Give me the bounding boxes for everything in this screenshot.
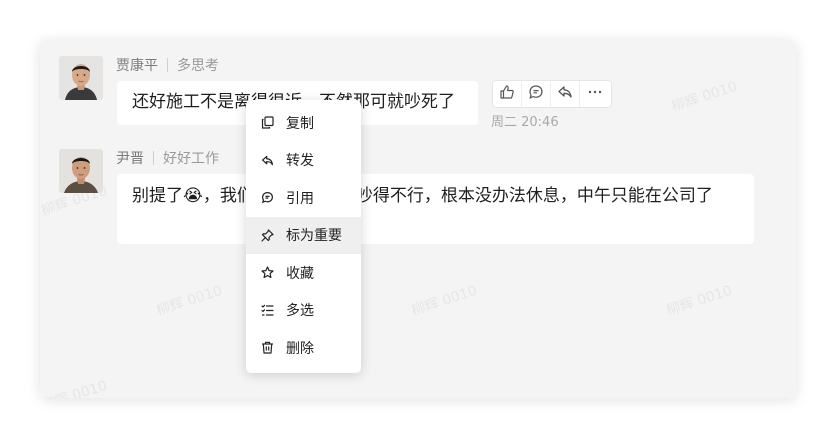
divider — [167, 58, 168, 72]
like-button[interactable] — [493, 81, 522, 107]
sender-signature: 多思考 — [177, 58, 219, 74]
thumbs-up-icon — [499, 84, 515, 104]
watermark: 柳辉 0010 — [40, 377, 110, 398]
crying-emoji: 😭 — [183, 186, 203, 206]
multi-select-icon — [261, 304, 274, 317]
menu-item-delete[interactable]: 删除 — [246, 329, 361, 367]
sender-signature: 好好工作 — [163, 151, 219, 167]
menu-item-multi-select[interactable]: 多选 — [246, 292, 361, 330]
sender-name[interactable]: 尹晋 — [116, 148, 144, 168]
star-icon — [261, 266, 274, 279]
watermark: 柳辉 0010 — [669, 78, 740, 116]
trash-icon — [261, 341, 274, 354]
sender-line: 尹晋 好好工作 — [116, 148, 219, 168]
menu-item-mark-important[interactable]: 标为重要 — [246, 216, 361, 254]
menu-item-label: 多选 — [286, 303, 314, 320]
divider — [153, 151, 154, 165]
forward-icon — [557, 84, 573, 104]
pin-icon — [261, 229, 274, 242]
menu-item-label: 删除 — [286, 340, 314, 357]
message-bubble[interactable]: 别提了😭，我们楼下在装修，吵得不行，根本没办法休息，中午只能在公司了 — [117, 174, 754, 244]
menu-item-label: 引用 — [286, 190, 314, 207]
avatar[interactable] — [59, 149, 103, 193]
sender-name[interactable]: 贾康平 — [116, 55, 158, 75]
menu-item-label: 复制 — [286, 115, 314, 132]
message-text: 别提了 — [132, 186, 183, 206]
quote-icon — [528, 84, 544, 104]
menu-item-forward[interactable]: 转发 — [246, 142, 361, 180]
message-toolbar — [492, 80, 612, 108]
menu-item-copy[interactable]: 复制 — [246, 104, 361, 142]
quote-button[interactable] — [522, 81, 551, 107]
more-button[interactable] — [580, 81, 609, 107]
watermark: 柳辉 0010 — [409, 282, 480, 320]
menu-item-quote[interactable]: 引用 — [246, 179, 361, 217]
watermark: 柳辉 0010 — [154, 282, 225, 320]
message-timestamp: 周二 20:46 — [491, 115, 559, 130]
menu-item-label: 收藏 — [286, 265, 314, 282]
forward-icon — [261, 154, 274, 167]
watermark: 柳辉 0010 — [664, 282, 735, 320]
avatar[interactable] — [59, 56, 103, 100]
copy-icon — [261, 116, 274, 129]
more-icon — [587, 84, 603, 104]
menu-item-label: 标为重要 — [286, 228, 342, 245]
quote-icon — [261, 191, 274, 204]
sender-line: 贾康平 多思考 — [116, 55, 219, 75]
menu-item-favorite[interactable]: 收藏 — [246, 254, 361, 292]
menu-item-label: 转发 — [286, 153, 314, 170]
forward-button[interactable] — [551, 81, 580, 107]
context-menu: 复制 转发 引用 标为重要 收藏 多选 删除 — [246, 100, 361, 373]
